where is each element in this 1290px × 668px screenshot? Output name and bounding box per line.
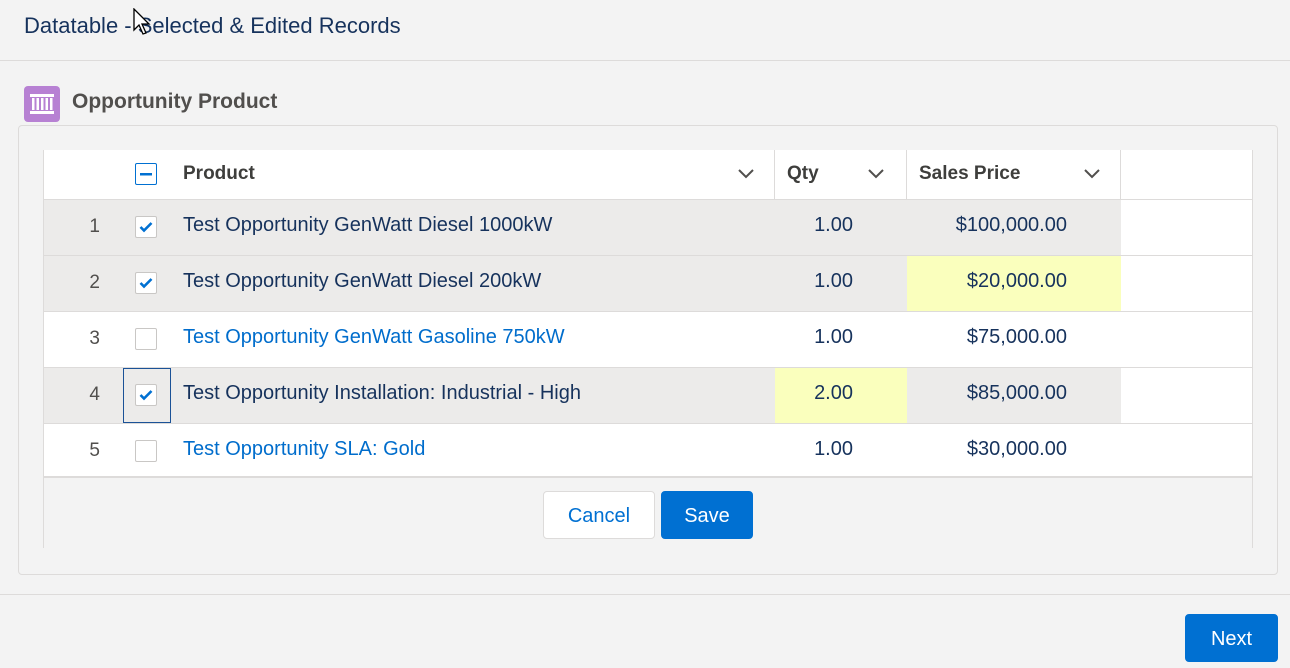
sales-price-value: $85,000.00 bbox=[966, 382, 1067, 404]
qty-value: 2.00 bbox=[814, 382, 853, 404]
cancel-button[interactable]: Cancel bbox=[543, 491, 655, 539]
qty-cell-edited[interactable]: 2.00 bbox=[775, 368, 907, 423]
product-name[interactable]: Test Opportunity GenWatt Diesel 200kW bbox=[183, 270, 541, 293]
row-number: 4 bbox=[89, 384, 100, 405]
row-number: 3 bbox=[89, 328, 100, 349]
row-checkbox[interactable] bbox=[135, 328, 157, 350]
table-row[interactable]: 2 Test Opportunity GenWatt Diesel 200kW … bbox=[44, 256, 1252, 312]
mouse-cursor-icon bbox=[133, 8, 151, 35]
select-all-checkbox[interactable] bbox=[135, 163, 157, 185]
card-title: Opportunity Product bbox=[72, 90, 278, 113]
sales-price-value: $100,000.00 bbox=[955, 214, 1067, 236]
column-label-product: Product bbox=[183, 163, 255, 184]
next-button[interactable]: Next bbox=[1185, 614, 1278, 662]
table-header-row: Product Qty Sales Price bbox=[44, 150, 1252, 200]
footer-divider bbox=[0, 594, 1290, 595]
table-row[interactable]: 5 Test Opportunity SLA: Gold 1.00 $30,00… bbox=[44, 424, 1252, 480]
product-name[interactable]: Test Opportunity GenWatt Diesel 1000kW bbox=[183, 214, 552, 237]
qty-value: 1.00 bbox=[814, 270, 853, 292]
product-name-link[interactable]: Test Opportunity SLA: Gold bbox=[183, 438, 425, 461]
product-icon bbox=[24, 86, 60, 122]
column-label-sales-price: Sales Price bbox=[919, 163, 1021, 184]
row-checkbox[interactable] bbox=[135, 384, 157, 406]
column-header-product[interactable]: Product bbox=[171, 150, 775, 199]
table-row[interactable]: 3 Test Opportunity GenWatt Gasoline 750k… bbox=[44, 312, 1252, 368]
row-checkbox[interactable] bbox=[135, 440, 157, 462]
page-header: Datatable - Selected & Edited Records bbox=[0, 0, 1290, 61]
page-title: Datatable - Selected & Edited Records bbox=[24, 13, 401, 38]
chevron-down-icon[interactable] bbox=[737, 167, 755, 181]
row-number: 5 bbox=[89, 440, 100, 461]
qty-value: 1.00 bbox=[814, 438, 853, 460]
sales-price-cell[interactable]: $30,000.00 bbox=[907, 424, 1121, 479]
chevron-down-icon[interactable] bbox=[1083, 167, 1101, 181]
save-button[interactable]: Save bbox=[661, 491, 753, 539]
product-name[interactable]: Test Opportunity Installation: Industria… bbox=[183, 382, 581, 405]
qty-cell[interactable]: 1.00 bbox=[775, 424, 907, 479]
row-checkbox[interactable] bbox=[135, 216, 157, 238]
qty-cell[interactable]: 1.00 bbox=[775, 200, 907, 255]
qty-cell[interactable]: 1.00 bbox=[775, 312, 907, 367]
column-header-qty[interactable]: Qty bbox=[775, 150, 907, 199]
sales-price-value: $20,000.00 bbox=[966, 270, 1067, 292]
sales-price-value: $30,000.00 bbox=[966, 438, 1067, 460]
sales-price-value: $75,000.00 bbox=[966, 326, 1067, 348]
row-checkbox[interactable] bbox=[135, 272, 157, 294]
row-number: 1 bbox=[89, 216, 100, 237]
sales-price-cell[interactable]: $85,000.00 bbox=[907, 368, 1121, 423]
row-number: 2 bbox=[89, 272, 100, 293]
qty-cell[interactable]: 1.00 bbox=[775, 256, 907, 311]
inline-edit-footer: Cancel Save bbox=[44, 476, 1252, 548]
table-row[interactable]: 1 Test Opportunity GenWatt Diesel 1000kW… bbox=[44, 200, 1252, 256]
qty-value: 1.00 bbox=[814, 326, 853, 348]
qty-value: 1.00 bbox=[814, 214, 853, 236]
sales-price-cell[interactable]: $75,000.00 bbox=[907, 312, 1121, 367]
sales-price-cell-edited[interactable]: $20,000.00 bbox=[907, 256, 1121, 311]
table-row[interactable]: 4 Test Opportunity Installation: Industr… bbox=[44, 368, 1252, 424]
product-name-link[interactable]: Test Opportunity GenWatt Gasoline 750kW bbox=[183, 326, 565, 349]
datatable: Product Qty Sales Price 1 Test Opportuni… bbox=[43, 150, 1253, 548]
column-label-qty: Qty bbox=[787, 163, 819, 184]
sales-price-cell[interactable]: $100,000.00 bbox=[907, 200, 1121, 255]
column-header-sales-price[interactable]: Sales Price bbox=[907, 150, 1121, 199]
chevron-down-icon[interactable] bbox=[867, 167, 885, 181]
